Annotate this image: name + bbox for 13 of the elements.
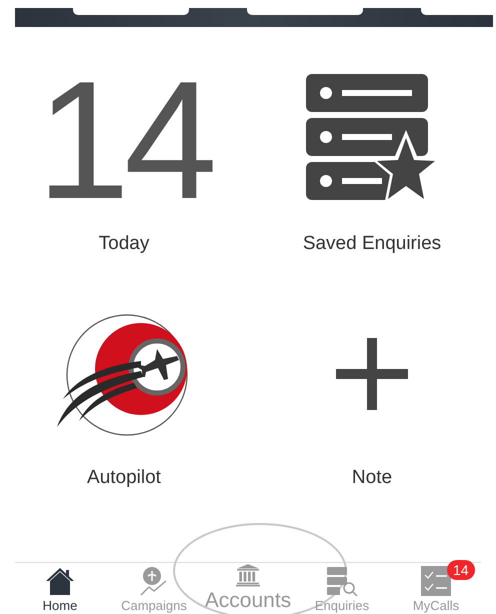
checklist-icon [421,566,451,596]
list-search-icon [326,566,358,596]
count-number: 14 [36,55,212,225]
tile-label[interactable]: Saved Enquiries [302,233,442,255]
toolbar-button[interactable] [247,8,363,15]
home-icon [45,566,75,596]
tile-label[interactable]: Note [352,467,392,489]
count-badge: 14 [447,560,475,580]
tile-label[interactable]: Autopilot [87,467,161,489]
tab[interactable]: Home [15,563,105,614]
toolbar-button[interactable] [73,8,189,15]
tile-label[interactable]: Today [98,233,150,255]
plus-icon [336,338,408,410]
